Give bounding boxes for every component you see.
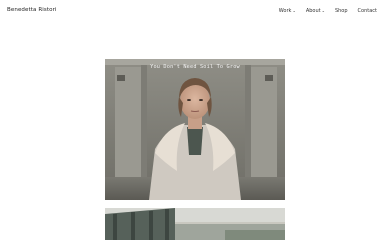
photo-caption: You Don't Need Soil To Grow (150, 64, 240, 70)
nav-item-contact[interactable]: Contact (358, 8, 377, 14)
page: Benedetta Ristori Work ⌄ About ⌄ Shop Co… (0, 0, 390, 240)
chevron-down-icon: ⌄ (321, 8, 325, 13)
nav-item-label: Contact (357, 8, 377, 14)
gallery-photo-landscape[interactable] (105, 208, 285, 240)
portrait-image (105, 59, 285, 200)
landscape-image (105, 208, 285, 240)
main-nav: Work ⌄ About ⌄ Shop Contact (269, 8, 377, 14)
site-title[interactable]: Benedetta Ristori (7, 7, 57, 13)
gallery-photo-portrait[interactable]: You Don't Need Soil To Grow (105, 59, 285, 200)
nav-item-work[interactable]: Work ⌄ (279, 8, 296, 14)
nav-item-label: About (305, 8, 321, 14)
nav-item-label: Work (278, 8, 292, 14)
nav-item-shop[interactable]: Shop (335, 8, 348, 14)
nav-item-about[interactable]: About ⌄ (306, 8, 325, 14)
nav-item-label: Shop (334, 8, 348, 14)
chevron-down-icon: ⌄ (292, 8, 296, 13)
